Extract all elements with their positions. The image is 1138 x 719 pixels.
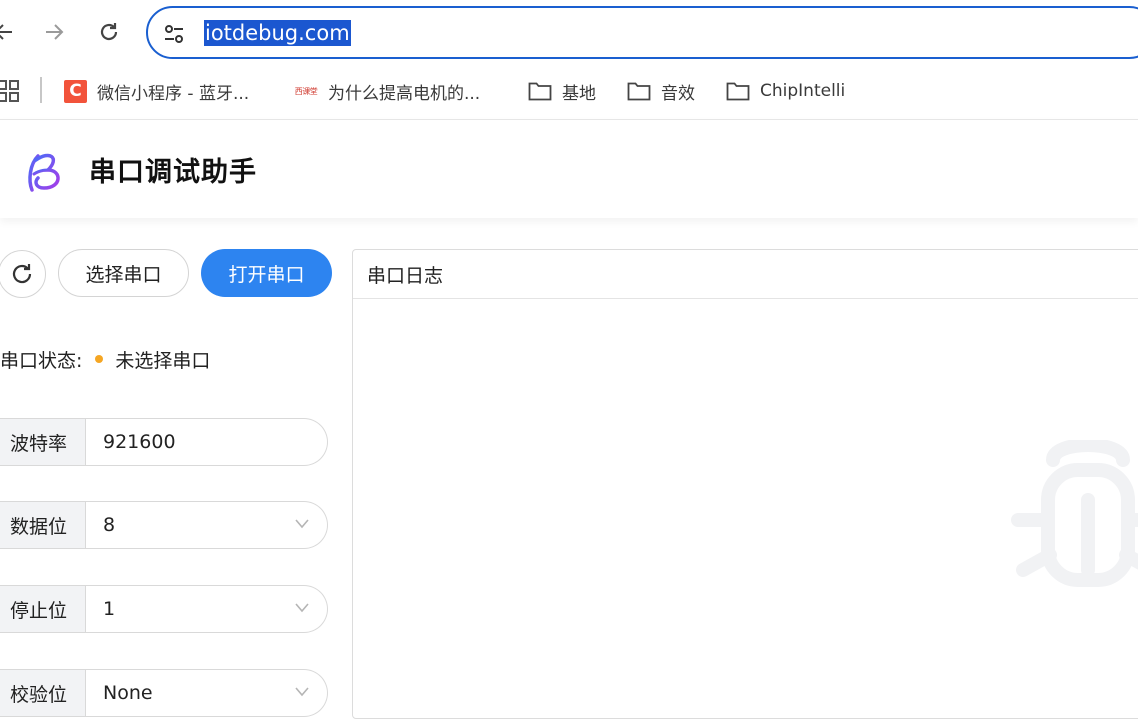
arrow-left-icon: [0, 24, 12, 40]
bookmark-label: 微信小程序 - 蓝牙...: [97, 83, 250, 104]
arrow-right-icon: [46, 24, 64, 40]
bookmarks-bar: C 微信小程序 - 蓝牙... 西课堂 为什么提高电机的... 基地 音效 Ch…: [0, 64, 1138, 118]
bookmark-motor-article[interactable]: 西课堂 为什么提高电机的...: [294, 64, 480, 118]
c-logo-favicon: C: [64, 79, 87, 103]
app-title: 串口调试助手: [89, 157, 257, 188]
parity-select[interactable]: 校验位 None: [0, 669, 328, 717]
port-status: 串口状态: 未选择串口: [0, 345, 210, 373]
field-value-text: 1: [103, 598, 116, 620]
bookmark-folder-jidi[interactable]: 基地: [528, 64, 596, 118]
apps-grid-icon[interactable]: [0, 79, 20, 103]
browser-toolbar: iotdebug.com: [0, 0, 1138, 64]
port-status-label: 串口状态:: [0, 349, 83, 372]
field-value-text: None: [103, 682, 153, 704]
app-header: 串口调试助手: [0, 119, 1138, 218]
bug-icon: [1011, 440, 1138, 587]
reload-icon: [100, 23, 118, 41]
field-label: 校验位: [0, 670, 86, 716]
field-label: 数据位: [0, 502, 86, 548]
red-site-favicon: 西课堂: [294, 86, 318, 96]
serial-log-panel: 串口日志: [352, 249, 1138, 719]
port-status-value: 未选择串口: [115, 349, 211, 372]
site-settings-icon[interactable]: [162, 22, 186, 46]
url-text[interactable]: iotdebug.com: [204, 20, 351, 46]
bookmark-label: 音效: [661, 83, 695, 104]
refresh-icon: [12, 264, 32, 284]
reload-button[interactable]: [91, 14, 127, 50]
bookmark-folder-chipintelli[interactable]: ChipIntelli: [726, 64, 845, 118]
baud-rate-field[interactable]: 波特率 921600: [0, 418, 328, 466]
data-bits-select[interactable]: 数据位 8: [0, 501, 328, 549]
folder-icon: [627, 82, 651, 101]
open-port-button[interactable]: 打开串口: [201, 249, 332, 297]
b-letter-logo: [28, 153, 60, 192]
chevron-down-icon: [295, 519, 309, 529]
bookmark-label: 基地: [562, 83, 596, 104]
bookmark-wechat-miniprogram[interactable]: C 微信小程序 - 蓝牙...: [64, 64, 249, 118]
address-bar[interactable]: iotdebug.com: [146, 6, 1138, 59]
baud-rate-input[interactable]: 921600: [86, 419, 327, 465]
stop-bits-select[interactable]: 停止位 1: [0, 585, 328, 633]
serial-log-title: 串口日志: [353, 250, 1138, 299]
field-label: 波特率: [0, 419, 86, 465]
status-dot: [95, 355, 104, 363]
field-value-text: 8: [103, 514, 116, 536]
stop-bits-value[interactable]: 1: [86, 586, 327, 632]
data-bits-value[interactable]: 8: [86, 502, 327, 548]
select-port-button[interactable]: 选择串口: [58, 249, 189, 297]
chevron-down-icon: [295, 603, 309, 613]
bookmark-label: ChipIntelli: [760, 81, 846, 101]
folder-icon: [528, 82, 552, 101]
parity-value[interactable]: None: [86, 670, 327, 716]
bookmark-label: 为什么提高电机的...: [328, 83, 481, 104]
bookmarks-separator: [40, 77, 42, 103]
field-value-text: 921600: [103, 431, 176, 453]
chevron-down-icon: [295, 687, 309, 697]
back-button[interactable]: [0, 14, 22, 50]
bookmark-folder-yinxiao[interactable]: 音效: [627, 64, 695, 118]
field-label: 停止位: [0, 586, 86, 632]
folder-icon: [726, 82, 750, 101]
forward-button[interactable]: [36, 14, 72, 50]
refresh-ports-button[interactable]: [0, 250, 46, 298]
